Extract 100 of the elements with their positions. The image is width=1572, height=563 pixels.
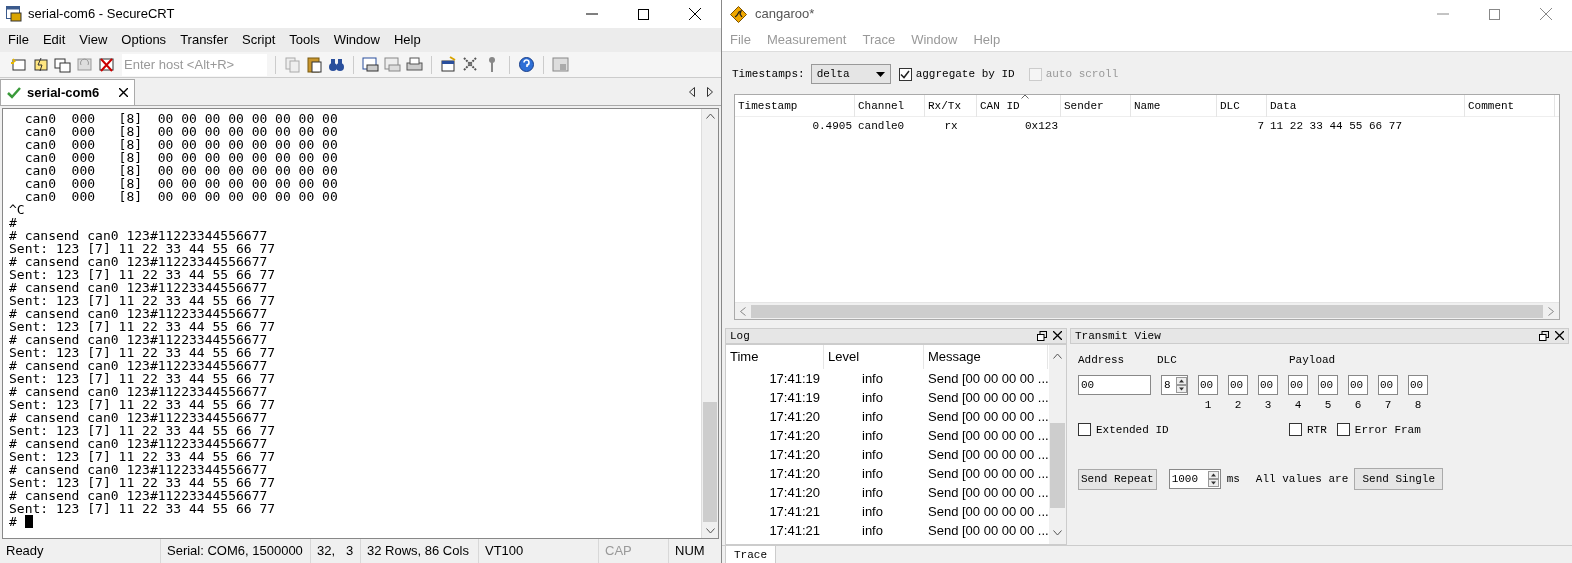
byte-index: 3 [1264,398,1272,413]
menu-item[interactable]: View [79,30,108,50]
window-title: cangaroo* [755,5,815,24]
column-header[interactable]: DLC [1217,95,1267,117]
payload-field[interactable]: 00 [1258,375,1278,395]
terminal-line: can0 000 [8] 00 00 00 00 00 00 00 00 [23,164,338,177]
table-cell: Send [00 00 00 00 ... [928,522,1049,538]
table-cell: info [862,522,883,538]
byte-index: 1 [1204,398,1212,413]
menu-item[interactable]: Help [393,30,421,50]
checkbox-label: Error Fram [1354,422,1421,438]
menu-item[interactable]: Tools [289,30,320,50]
byte-index: 4 [1294,398,1302,413]
terminal-line: # cansend can0 123#11223344556677 [9,437,268,450]
bottom-tab[interactable]: Trace [725,546,776,563]
terminal-line: can0 000 [8] 00 00 00 00 00 00 00 00 [23,112,338,125]
send-single-button[interactable]: Send Single [1354,468,1444,490]
byte-index: 2 [1234,398,1242,413]
unit-label: ms [1226,471,1240,487]
table-cell: Send [00 00 00 00 ... [928,408,1049,424]
checkbox-label: auto scroll [1045,66,1119,82]
payload-field[interactable]: 00 [1198,375,1218,395]
column-header[interactable]: Data [1267,95,1465,117]
checkbox-label: RTR [1307,422,1327,438]
terminal-line: Sent: 123 [7] 11 22 33 44 55 66 77 [9,398,276,411]
table-cell: info [862,484,883,500]
table-cell: info [862,446,883,462]
panel-title: Transmit View [1075,328,1161,344]
interval-spinbox[interactable]: 1000 [1168,469,1221,489]
byte-index: 5 [1324,398,1332,413]
menu-item[interactable]: Options [121,30,167,50]
column-header[interactable]: Name [1131,95,1217,117]
payload-field[interactable]: 00 [1228,375,1248,395]
status-text: CAP [605,542,632,561]
status-text: Serial: COM6, 1500000 [167,542,303,561]
host-field[interactable]: Enter host <Alt+R> [122,53,267,76]
byte-index: 8 [1414,398,1422,413]
terminal-line: # [9,515,17,528]
table-cell: info [862,370,883,386]
terminal-line: # cansend can0 123#11223344556677 [9,359,268,372]
payload-field[interactable]: 00 [1378,375,1398,395]
terminal-line: # [9,216,17,229]
terminal-line: Sent: 123 [7] 11 22 33 44 55 66 77 [9,320,276,333]
session-tab[interactable]: serial-com6 [0,79,136,105]
field-label: Payload [1289,352,1336,368]
terminal-line: Sent: 123 [7] 11 22 33 44 55 66 77 [9,242,276,255]
column-header[interactable]: Time [726,345,824,369]
table-cell: info [862,427,883,443]
table-cell: Send [00 00 00 00 ... [928,370,1049,386]
terminal-line: Sent: 123 [7] 11 22 33 44 55 66 77 [9,268,276,281]
address-field[interactable]: 00 [1078,375,1151,395]
table-cell: 17:41:20 [769,446,820,462]
terminal-line: can0 000 [8] 00 00 00 00 00 00 00 00 [23,151,338,164]
payload-field[interactable]: 00 [1348,375,1368,395]
status-text: 32 Rows, 86 Cols [367,542,469,561]
hint-text: All values are [1255,471,1349,487]
table-cell: Send [00 00 00 00 ... [928,446,1049,462]
table-cell: 17:41:19 [769,370,820,386]
table-cell: 17:41:20 [769,465,820,481]
checkbox-label: Extended ID [1096,422,1169,438]
terminal-line: Sent: 123 [7] 11 22 33 44 55 66 77 [9,476,276,489]
terminal-line: # cansend can0 123#11223344556677 [9,411,268,424]
table-cell: 11 22 33 44 55 66 77 [1270,119,1403,132]
terminal-line: can0 000 [8] 00 00 00 00 00 00 00 00 [24,190,338,203]
column-header[interactable]: Message [924,345,1048,369]
table-cell: info [862,389,883,405]
table-cell: Send [00 00 00 00 ... [928,389,1049,405]
status-text: VT100 [485,542,524,561]
timestamps-dropdown[interactable]: delta [810,64,891,84]
menu-item[interactable]: Window [333,30,380,50]
column-header[interactable]: CAN ID [977,95,1061,117]
table-cell: Send [00 00 00 00 ... [928,427,1049,443]
terminal-line: Sent: 123 [7] 11 22 33 44 55 66 77 [9,294,276,307]
column-header[interactable]: Channel [855,95,925,117]
payload-field[interactable]: 00 [1318,375,1338,395]
dlc-spinbox[interactable]: 8 [1161,375,1188,395]
terminal-line: ^C [9,203,25,216]
column-header[interactable]: Level [824,345,924,369]
table-cell: info [862,408,883,424]
column-header[interactable]: Rx/Tx [925,95,977,117]
terminal-line: can0 000 [8] 00 00 00 00 00 00 00 00 [23,138,338,151]
menu-item[interactable]: Edit [42,30,66,50]
window-title: serial-com6 - SecureCRT [28,5,175,24]
menu-item[interactable]: Transfer [180,30,229,50]
table-cell: info [862,503,883,519]
terminal-line: # cansend can0 123#11223344556677 [9,489,268,502]
menu-item[interactable]: File [8,30,29,50]
payload-field[interactable]: 00 [1408,375,1428,395]
payload-field[interactable]: 00 [1288,375,1308,395]
send-repeat-button[interactable]: Send Repeat [1078,468,1157,490]
terminal-line: # cansend can0 123#11223344556677 [9,255,268,268]
table-cell: Send [00 00 00 00 ... [928,503,1049,519]
column-header[interactable]: Sender [1061,95,1131,117]
terminal-line: # cansend can0 123#11223344556677 [9,463,268,476]
column-header[interactable]: Timestamp [735,95,855,117]
terminal-line: Sent: 123 [7] 11 22 33 44 55 66 77 [9,424,276,437]
byte-index: 6 [1354,398,1362,413]
menu-item[interactable]: Script [242,30,276,50]
terminal-line: Sent: 123 [7] 11 22 33 44 55 66 77 [9,450,276,463]
column-header[interactable]: Comment [1465,95,1555,117]
